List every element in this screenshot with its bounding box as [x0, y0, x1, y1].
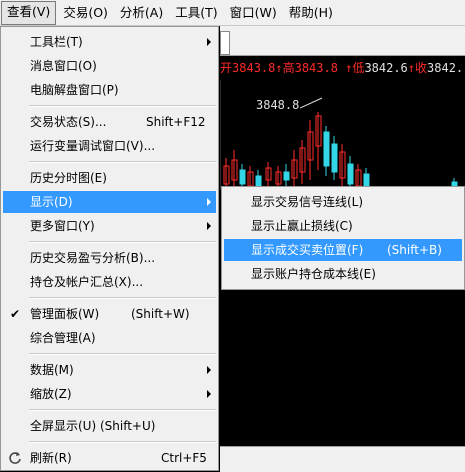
high-value: 3843.8 [294, 61, 338, 75]
low-value: 3842.6 [364, 61, 408, 75]
chart-high-marker: 3848.8 [256, 98, 300, 112]
menu-item-history-pnl[interactable]: 历史交易盈亏分析(B)... [3, 247, 216, 269]
menu-item-label: 全屏显示(U) (Shift+U) [30, 419, 156, 433]
menu-item-label: 管理面板(W) [30, 307, 100, 321]
candles [223, 112, 458, 190]
menu-separator [29, 161, 216, 163]
menu-item-fullscreen[interactable]: 全屏显示(U) (Shift+U) [3, 415, 216, 437]
menu-item-label: 综合管理(A) [30, 331, 96, 345]
menu-item-pc-analysis-window[interactable]: 电脑解盘窗口(P) [3, 79, 216, 101]
menu-item-history-intraday[interactable]: 历史分时图(E) [3, 167, 216, 189]
close-label: ↑收 [407, 61, 428, 75]
menu-item-position-summary[interactable]: 持仓及帐户汇总(X)... [3, 271, 216, 293]
menu-item-comprehensive-management[interactable]: 综合管理(A) [3, 327, 216, 349]
menu-item-refresh[interactable]: 刷新(R) Ctrl+F5 [3, 447, 216, 469]
menu-item-shortcut: Shift+F12 [146, 115, 206, 129]
menu-item-label: 运行变量调试窗口(V)... [30, 139, 156, 153]
menu-separator [29, 297, 216, 299]
menu-item-label: 交易状态(S)... [30, 115, 107, 129]
submenu-arrow-icon [207, 222, 211, 230]
menu-item-shortcut: (Shift+W) [131, 307, 190, 321]
display-submenu: 显示交易信号连线(L) 显示止赢止损线(C) 显示成交买卖位置(F) (Shif… [221, 186, 465, 290]
menu-item-toolbar[interactable]: 工具栏(T) [3, 31, 216, 53]
menu-item-show-stop-lines[interactable]: 显示止赢止损线(C) [224, 215, 462, 237]
candle-body [347, 163, 354, 185]
open-label: 开 [220, 61, 233, 75]
open-value: 3843.8 [232, 61, 276, 75]
submenu-arrow-icon [207, 366, 211, 374]
candle-body [255, 175, 262, 187]
candlestick-chart [220, 80, 458, 190]
menu-separator [29, 409, 216, 411]
candle-body [239, 169, 246, 185]
menu-item-show-trade-positions[interactable]: 显示成交买卖位置(F) (Shift+B) [224, 239, 462, 261]
tab-strip [220, 26, 465, 56]
menu-item-label: 工具栏(T) [30, 35, 83, 49]
menu-item-data[interactable]: 数据(M) [3, 359, 216, 381]
menu-item-shortcut: Ctrl+F5 [161, 451, 207, 465]
menu-item-show-cost-line[interactable]: 显示账户持仓成本线(E) [224, 263, 462, 285]
menu-bar: 查看(V) 交易(O) 分析(A) 工具(T) 窗口(W) 帮助(H) [0, 0, 465, 26]
quote-line: 开3843.8↑高3843.8 ↑低3842.6↑收3842. [220, 58, 465, 78]
high-marker-line [300, 97, 323, 109]
menu-tools[interactable]: 工具(T) [170, 2, 222, 24]
submenu-arrow-icon [207, 198, 211, 206]
menu-item-label: 刷新(R) [30, 451, 72, 465]
menu-separator [29, 241, 216, 243]
menu-item-management-panel[interactable]: ✔ 管理面板(W) (Shift+W) [3, 303, 216, 325]
submenu-arrow-icon [207, 390, 211, 398]
submenu-arrow-icon [207, 38, 211, 46]
menu-item-label: 消息窗口(O) [30, 59, 97, 73]
menu-item-label: 历史分时图(E) [30, 171, 107, 185]
menu-item-display[interactable]: 显示(D) [3, 191, 216, 213]
menu-item-trade-status[interactable]: 交易状态(S)... Shift+F12 [3, 111, 216, 133]
menu-separator [29, 441, 216, 443]
menu-help[interactable]: 帮助(H) [284, 2, 338, 24]
view-menu: 工具栏(T) 消息窗口(O) 电脑解盘窗口(P) 交易状态(S)... Shif… [0, 26, 219, 471]
menu-item-label: 更多窗口(Y) [30, 219, 95, 233]
menu-analysis[interactable]: 分析(A) [115, 2, 168, 24]
menu-item-show-signal-lines[interactable]: 显示交易信号连线(L) [224, 191, 462, 213]
candle-body [331, 143, 338, 173]
low-label: ↑低 [345, 61, 365, 75]
menu-item-label: 历史交易盈亏分析(B)... [30, 251, 156, 265]
menu-item-label: 显示成交买卖位置(F) [251, 243, 364, 257]
checkmark-icon: ✔ [10, 307, 21, 321]
menu-view[interactable]: 查看(V) [1, 0, 57, 25]
menu-item-label: 电脑解盘窗口(P) [30, 83, 119, 97]
menu-item-zoom[interactable]: 缩放(Z) [3, 383, 216, 405]
menu-item-variable-debug[interactable]: 运行变量调试窗口(V)... [3, 135, 216, 157]
candle-body [323, 131, 330, 167]
menu-trade[interactable]: 交易(O) [58, 2, 113, 24]
menu-item-label: 显示止赢止损线(C) [251, 219, 353, 233]
menu-window[interactable]: 窗口(W) [225, 2, 282, 24]
refresh-icon [9, 452, 21, 464]
menu-item-more-windows[interactable]: 更多窗口(Y) [3, 215, 216, 237]
chart-tab[interactable] [220, 31, 230, 55]
menu-item-label: 数据(M) [30, 363, 74, 377]
menu-item-label: 缩放(Z) [30, 387, 72, 401]
menu-item-shortcut: (Shift+B) [387, 243, 442, 257]
menu-separator [29, 105, 216, 107]
bottom-strip [220, 446, 465, 472]
high-label: ↑高 [275, 61, 295, 75]
menu-item-message-window[interactable]: 消息窗口(O) [3, 55, 216, 77]
menu-item-label: 显示交易信号连线(L) [251, 195, 364, 209]
menu-item-label: 显示(D) [30, 195, 73, 209]
menu-separator [29, 353, 216, 355]
close-value: 3842. [427, 61, 464, 75]
candle-body [283, 171, 290, 181]
menu-item-label: 显示账户持仓成本线(E) [251, 267, 376, 281]
menu-item-label: 持仓及帐户汇总(X)... [30, 275, 144, 289]
